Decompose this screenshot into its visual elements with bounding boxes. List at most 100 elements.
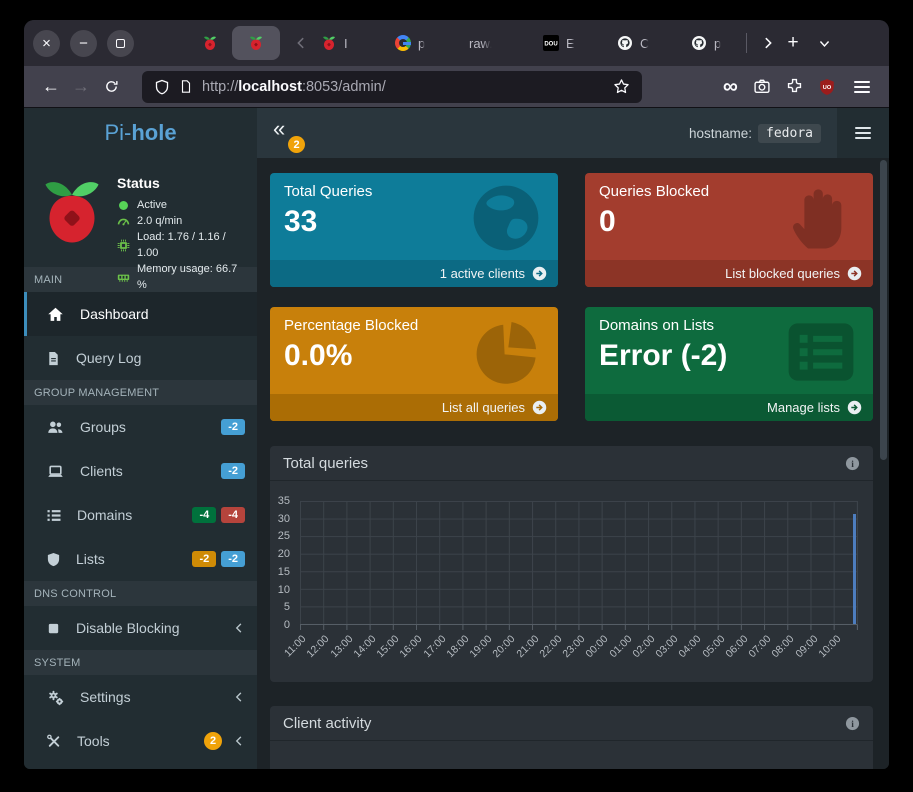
menu-hamburger-icon[interactable] [851,79,873,95]
pihole-logo-text[interactable]: Pi-hole [24,108,257,158]
page-scrollbar[interactable] [878,160,888,769]
tab-github-2[interactable]: p [682,20,742,66]
container-tabs-icon[interactable]: ∞ [723,76,738,97]
close-button[interactable]: × [33,30,60,57]
sidebar-item-label: Settings [80,689,131,705]
raspberry-icon [321,35,337,51]
y-tick-label: 25 [278,530,290,542]
tab-active-pihole[interactable] [232,26,280,60]
bookmark-star-icon[interactable] [613,78,630,95]
hand-stop-icon [781,181,861,255]
tab-title: p [418,36,425,51]
sidebar-item-lists[interactable]: Lists -2 -2 [24,537,257,581]
arrow-circle-icon [532,266,547,281]
extensions-puzzle-icon[interactable] [786,78,803,95]
back-button[interactable]: ← [36,72,66,102]
sidebar-item-disable-blocking[interactable]: Disable Blocking [24,606,257,650]
toolbar-extensions: ∞ [723,76,873,97]
chevron-left-icon [233,691,245,703]
users-icon [46,419,65,436]
pihole-raspberry-logo [36,169,108,253]
browser-tab-bar: × − I p [24,20,889,66]
panel-total-queries: Total queries 05101520253035 11:0012:001… [270,446,873,682]
pihole-app: Pi-hole « 2 hostname: fedora [24,108,889,769]
tab-pihole-docs[interactable]: I [312,20,386,66]
tab-title: p [714,36,721,51]
card-footer-link[interactable]: List all queries [270,394,558,421]
tracking-shield-icon[interactable] [154,79,170,95]
app-menu-button[interactable] [837,108,889,158]
tab-raw[interactable]: raw. [460,20,534,66]
status-panel: Status Active 2.0 q/min Load: 1.76 / 1.1… [24,158,257,267]
chevron-right-icon [761,36,775,50]
scrollbar-thumb[interactable] [880,160,887,460]
tab-docker[interactable]: E [534,20,608,66]
app-body: Status Active 2.0 q/min Load: 1.76 / 1.1… [24,158,889,769]
sidebar-item-tools[interactable]: Tools 2 [24,719,257,763]
total-queries-plot[interactable] [300,501,858,625]
sidebar-item-clients[interactable]: Clients -2 [24,449,257,493]
tab-title: E [566,36,575,51]
sidebar-item-settings[interactable]: Settings [24,675,257,719]
tab-github-1[interactable]: C [608,20,682,66]
section-header-group-management: GROUP MANAGEMENT [24,380,257,405]
pie-chart-icon [466,315,546,389]
card-footer-link[interactable]: List blocked queries [585,260,873,287]
tab-pinned-pihole[interactable] [192,20,228,66]
query-bar[interactable] [853,514,856,624]
sidebar-collapse-icon[interactable]: « [273,118,285,140]
hamburger-icon [855,132,871,134]
url-bar[interactable]: http://localhost:8053/admin/ [142,71,642,103]
reload-button[interactable] [96,72,126,102]
forward-icon: → [72,76,90,97]
ublock-origin-icon[interactable] [818,78,836,96]
card-percentage-blocked[interactable]: Percentage Blocked 0.0% List all queries [270,307,558,421]
status-active: Active [137,197,167,213]
scroll-tabs-left-button[interactable] [284,29,312,57]
chevron-left-icon [233,622,245,634]
shield-icon [46,551,61,568]
laptop-icon [46,463,65,480]
page-info-icon[interactable] [179,79,193,94]
github-icon [691,35,707,51]
tab-google[interactable]: p [386,20,460,66]
plus-icon: + [787,32,798,54]
github-icon [617,35,633,51]
sidebar-item-domains[interactable]: Domains -4 -4 [24,493,257,537]
card-domains-on-lists[interactable]: Domains on Lists Error (-2) Manage lists [585,307,873,421]
y-tick-label: 0 [284,619,290,631]
info-icon[interactable] [845,716,860,731]
total-queries-xlabels: 11:0012:0013:0014:0015:0016:0017:0018:00… [300,625,858,677]
card-footer-link[interactable]: Manage lists [585,394,873,421]
sidebar: Status Active 2.0 q/min Load: 1.76 / 1.1… [24,158,257,769]
count-badge: -2 [192,551,216,567]
y-tick-label: 30 [278,513,290,525]
sidebar-item-groups[interactable]: Groups -2 [24,405,257,449]
count-badge: 2 [204,732,222,750]
total-queries-chart[interactable]: 05101520253035 11:0012:0013:0014:0015:00… [270,481,873,682]
panel-title: Client activity [283,715,371,732]
forward-button[interactable]: → [66,72,96,102]
y-tick-label: 35 [278,495,290,507]
card-footer-link[interactable]: 1 active clients [270,260,558,287]
main-content: Total Queries 33 1 active clients [257,158,889,769]
new-tab-button[interactable]: + [779,29,807,57]
count-badge: -2 [221,419,245,435]
arrow-circle-icon [847,400,862,415]
minimize-button[interactable]: − [70,30,97,57]
sidebar-item-dashboard[interactable]: Dashboard [24,292,257,336]
list-all-tabs-button[interactable] [807,29,835,57]
raspberry-icon [248,35,264,51]
url-text[interactable]: http://localhost:8053/admin/ [202,79,604,95]
window-controls: × − [33,30,134,57]
count-badge: -2 [221,551,245,567]
card-total-queries[interactable]: Total Queries 33 1 active clients [270,173,558,287]
maximize-button[interactable] [107,30,134,57]
info-icon[interactable] [845,456,860,471]
card-queries-blocked[interactable]: Queries Blocked 0 List blocked queries [585,173,873,287]
sidebar-item-query-log[interactable]: Query Log [24,336,257,380]
tab-strip: I p raw. E C p [192,20,835,66]
screenshot-camera-icon[interactable] [753,78,771,95]
sidebar-item-label: Lists [76,551,105,567]
scroll-tabs-right-button[interactable] [751,29,779,57]
